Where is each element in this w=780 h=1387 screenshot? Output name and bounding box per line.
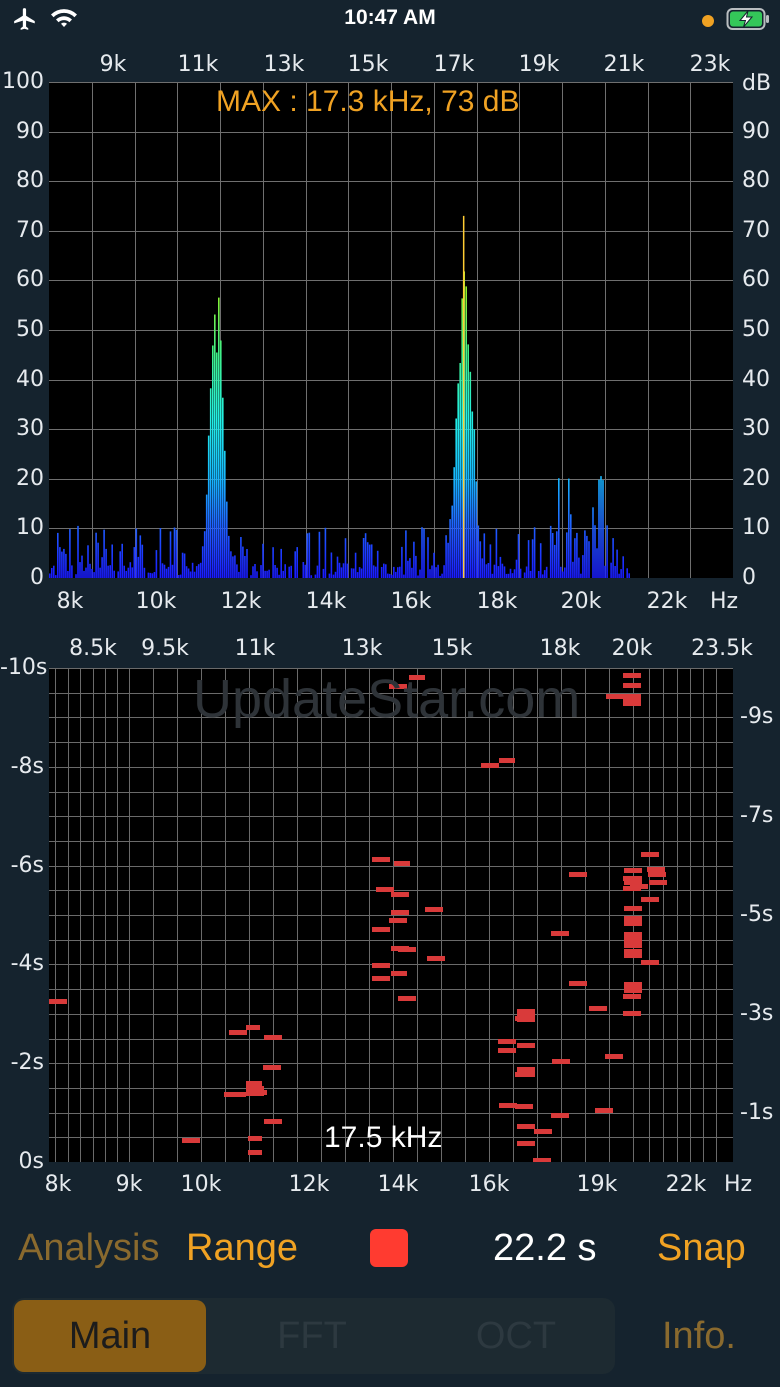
spectrum-y-tick-left: 0 [30,565,44,590]
spectrum-y-tick-right: 30 [742,416,770,442]
spectrum-y-tick-left: 50 [16,317,44,342]
tab-oct[interactable]: OCT [416,1298,616,1374]
spectrum-x-unit: Hz [710,589,739,614]
cursor-readout: 17.5 kHz [324,1121,443,1154]
spectrogram-left-tick: -4s [10,951,44,977]
status-bar: 10:47 AM [0,0,780,40]
orange-dot [701,15,714,27]
spectrum-y-unit: dB [742,71,772,96]
spectrogram-top-tick: 18k [539,636,581,661]
spectrogram-right-tick: -7s [740,803,774,829]
snap-button[interactable]: Snap [657,1224,746,1272]
spectrum-y-tick-left: 40 [16,366,44,392]
spectrogram-left-tick: -2s [10,1050,44,1076]
spectrum-y-tick-right: 20 [742,465,770,491]
spectrogram-bottom-tick: 10k [180,1172,222,1197]
spectrogram-top-tick: 8.5k [69,636,117,661]
spectrum-y-tick-right: 60 [742,267,770,293]
spectrum-bottom-tick: 18k [476,589,518,614]
spectrogram-top-tick: 23.5k [691,636,753,661]
tab-fft[interactable]: FFT [212,1298,412,1374]
analysis-button[interactable]: Analysis [18,1224,160,1272]
spectrum-bottom-tick: 22k [646,589,688,614]
spectrogram-top-tick: 11k [234,636,276,661]
spectrogram-bottom-tick: 22k [665,1172,707,1197]
spectrogram-bottom-tick: 9k [115,1172,143,1197]
info-button[interactable]: Info. [662,1312,736,1360]
spectrum-y-tick-left: 80 [16,168,44,194]
spectrum-y-tick-left: 60 [16,267,44,293]
spectrum-top-tick: 11k [177,52,219,77]
spectrum-y-tick-left: 10 [16,515,44,541]
max-readout: MAX : 17.3 kHz, 73 dB [216,85,520,118]
spectrogram-right-tick: -1s [740,1099,774,1125]
spectrum-bottom-tick: 12k [220,589,262,614]
spectrum-y-tick-left: 70 [16,217,44,243]
duration-value: 22.2 s [493,1227,597,1269]
spectrum-y-tick-right: 0 [742,565,756,590]
spectrum-plot[interactable] [49,82,733,578]
spectrum-top-tick: 13k [263,52,305,77]
status-time: 10:47 AM [344,6,436,29]
spectrogram-bottom-tick: 8k [44,1172,72,1197]
spectrum-y-tick-right: 50 [742,317,770,342]
spectrum-top-tick: 21k [603,52,645,77]
spectrogram-top-tick: 15k [431,636,473,661]
spectrum-bottom-tick: 8k [56,589,84,614]
spectrum-bottom-tick: 20k [560,589,602,614]
spectrum-y-tick-right: 10 [742,515,770,541]
spectrum-y-tick-left: 100 [2,69,44,94]
spectrum-y-tick-right: 90 [742,118,770,144]
watermark: UpdateStar.com [193,669,581,729]
spectrum-y-tick-right: 40 [742,366,770,392]
spectrogram-x-unit: Hz [724,1172,753,1197]
spectrum-top-tick: 15k [347,52,389,77]
spectrogram-top-tick: 13k [341,636,383,661]
spectrum-bottom-tick: 16k [390,589,432,614]
spectrogram-right-tick: -9s [740,704,774,730]
spectrum-bottom-tick: 14k [305,589,347,614]
spectrum-top-tick: 23k [689,52,731,77]
control-row: Analysis Range 22.2 s Snap [0,1220,780,1280]
spectrum-top-tick: 9k [99,52,127,77]
battery-charging-icon [726,8,769,30]
tab-main[interactable]: Main [14,1298,206,1374]
spectrogram-right-tick: -3s [740,1000,774,1026]
status-right [701,6,769,36]
spectrum-y-tick-right: 80 [742,168,770,194]
spectrum-y-tick-right: 70 [742,217,770,243]
spectrum-y-tick-left: 90 [16,118,44,144]
range-button[interactable]: Range [186,1224,298,1272]
spectrogram-left-tick: -6s [10,852,44,878]
spectrum-top-tick: 17k [433,52,475,77]
spectrum-bottom-tick: 10k [135,589,177,614]
tab-bar: Main FFT OCT [12,1298,615,1374]
spectrogram-left-tick: 0s [18,1149,44,1174]
spectrogram-right-tick: -5s [740,902,774,927]
spectrogram-bottom-tick: 19k [576,1172,618,1197]
spectrogram-bottom-tick: 16k [468,1172,510,1197]
record-button[interactable] [370,1229,408,1267]
spectrogram-top-tick: 9.5k [141,636,189,661]
spectrogram-bottom-tick: 14k [377,1172,419,1197]
spectrum-y-tick-left: 20 [16,465,44,491]
spectrogram-plot[interactable] [49,668,733,1162]
spectrogram-left-tick: -10s [0,655,48,680]
spectrum-y-tick-left: 30 [16,416,44,442]
spectrogram-left-tick: -8s [10,753,44,779]
spectrogram-bottom-tick: 12k [288,1172,330,1197]
spectrogram-top-tick: 20k [611,636,653,661]
spectrum-top-tick: 19k [518,52,560,77]
